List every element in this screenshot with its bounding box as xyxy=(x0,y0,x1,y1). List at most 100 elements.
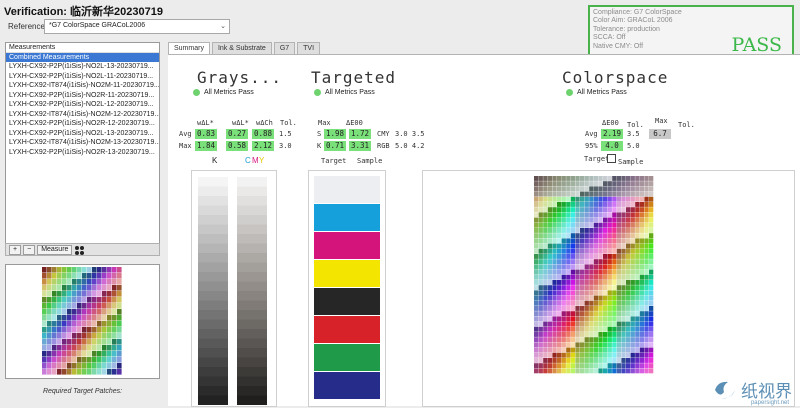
colorspace-patch xyxy=(557,285,562,291)
colorspace-patch xyxy=(575,259,580,265)
colorspace-patch xyxy=(557,181,562,187)
colorspace-patch xyxy=(561,228,566,233)
colorspace-patch xyxy=(538,207,543,213)
list-item[interactable]: LYXH-CX92-IT874(i1iSis)-NO2M-13-20230719… xyxy=(6,138,159,148)
measure-button[interactable]: Measure xyxy=(37,244,73,255)
colorspace-patch xyxy=(612,332,617,337)
colorspace-patch xyxy=(630,285,635,291)
colorspace-patch xyxy=(543,228,548,233)
colorspace-patch xyxy=(621,342,626,348)
reference-select[interactable]: *G7 ColorSpace GRACoL2006 ⌄ xyxy=(44,19,230,34)
watermark-url: papersight.net xyxy=(750,400,789,406)
preview-patch xyxy=(67,285,72,291)
preview-patch xyxy=(112,339,117,345)
preview-patch xyxy=(52,321,57,327)
preview-patch xyxy=(57,333,62,339)
tab-ink-substrate[interactable]: Ink & Substrate xyxy=(211,42,272,54)
colorspace-patch xyxy=(635,222,640,228)
colorspace-patch xyxy=(644,191,649,197)
colorspace-patch xyxy=(543,280,548,285)
list-item[interactable]: LYXH-CX92-P2P(i1iSis)-NO2L-12-20230719..… xyxy=(6,100,159,110)
list-item[interactable]: LYXH-CX92-P2P(i1iSis)-NO2L-11-20230719..… xyxy=(6,72,159,82)
colorspace-patch xyxy=(630,326,635,332)
colorspace-patch xyxy=(575,228,580,233)
list-item[interactable]: LYXH-CX92-P2P(i1iSis)-NO2L-13-20230719..… xyxy=(6,129,159,139)
colorspace-patch xyxy=(584,332,589,337)
colorspace-patch xyxy=(649,191,654,197)
colorspace-patch xyxy=(644,280,649,285)
colorspace-patch xyxy=(534,321,539,327)
colorspace-patch xyxy=(580,285,585,291)
colorspace-patch xyxy=(639,196,645,202)
tab-summary[interactable]: Summary xyxy=(168,42,210,54)
colorspace-patch xyxy=(580,269,585,275)
targeted-header-de: ΔE00 xyxy=(346,119,363,127)
colorspace-patch xyxy=(598,321,603,327)
colorspace-patch xyxy=(584,295,589,301)
preview-patch xyxy=(107,291,112,297)
colorspace-patch xyxy=(589,311,594,317)
colorspace-patch xyxy=(612,202,617,207)
colorspace-patch xyxy=(534,295,539,301)
colorspace-patch xyxy=(616,238,622,244)
list-item[interactable]: LYXH-CX92-P2P(i1iSis)-NO2L-13-20230719..… xyxy=(6,62,159,72)
target-preview xyxy=(5,264,160,379)
colorspace-patch xyxy=(616,191,622,197)
colorspace-patch xyxy=(598,342,603,348)
colorspace-patch xyxy=(649,243,654,249)
list-item[interactable]: LYXH-CX92-IT874(i1iSis)-NO2M-11-20230719… xyxy=(6,81,159,91)
target-patch xyxy=(314,204,380,231)
colorspace-patch xyxy=(566,196,571,202)
colorspace-patch xyxy=(580,181,585,187)
colorspace-patch xyxy=(593,316,599,322)
preview-patch xyxy=(57,291,62,297)
colorspace-patch xyxy=(635,347,640,353)
list-item[interactable]: LYXH-CX92-IT874(i1iSis)-NO2M-12-20230719… xyxy=(6,110,159,120)
preview-patch xyxy=(67,339,72,345)
preview-patch xyxy=(92,303,97,309)
preview-patch xyxy=(87,369,92,375)
colorspace-patch xyxy=(534,259,539,265)
preview-patch xyxy=(42,315,47,321)
list-item[interactable]: LYXH-CX92-P2P(i1iSis)-NO2R-12-20230719..… xyxy=(6,119,159,129)
colorspace-patch xyxy=(575,342,580,348)
list-item[interactable]: LYXH-CX92-P2P(i1iSis)-NO2R-13-20230719..… xyxy=(6,148,159,158)
colorspace-patch xyxy=(598,326,603,332)
remove-measurement-button[interactable]: − xyxy=(23,244,36,255)
colorspace-patch xyxy=(639,186,645,192)
colorspace-patch xyxy=(547,264,553,270)
list-item[interactable]: LYXH-CX92-P2P(i1iSis)-NO2R-11-20230719..… xyxy=(6,91,159,101)
colorspace-patch xyxy=(598,233,603,239)
colorspace-patch xyxy=(589,290,594,296)
tab-g7[interactable]: G7 xyxy=(273,42,296,54)
colorspace-patch xyxy=(603,196,608,202)
colorspace-patch xyxy=(630,243,635,249)
measurements-list[interactable]: Measurements Combined Measurements LYXH-… xyxy=(5,42,160,254)
colorspace-patch xyxy=(570,269,576,275)
colorspace-patch xyxy=(543,342,548,348)
colorspace-patch xyxy=(593,233,599,239)
colorspace-patch xyxy=(635,368,640,374)
patches-icon[interactable] xyxy=(74,245,86,255)
list-item[interactable]: Combined Measurements xyxy=(6,52,159,62)
colorspace-patch xyxy=(580,254,585,259)
add-measurement-button[interactable]: + xyxy=(9,244,22,255)
preview-patch xyxy=(67,315,72,321)
colorspace-patch xyxy=(552,191,557,197)
colorspace-patch xyxy=(612,300,617,306)
colorspace-patch xyxy=(626,254,631,259)
colorspace-patch xyxy=(639,217,645,223)
colorspace-patch xyxy=(630,254,635,259)
colorspace-patch xyxy=(575,264,580,270)
colorspace-patch xyxy=(621,332,626,337)
preview-patch xyxy=(117,267,122,273)
colorspace-patch xyxy=(534,285,539,291)
tab-tvi[interactable]: TVI xyxy=(297,42,321,54)
colorspace-patch xyxy=(566,264,571,270)
preview-patch xyxy=(77,339,82,345)
colorspace-patch xyxy=(589,228,594,233)
colorspace-patch xyxy=(547,280,553,285)
preview-patch xyxy=(112,327,117,333)
colorspace-patch xyxy=(635,212,640,218)
colorspace-patch xyxy=(566,274,571,280)
